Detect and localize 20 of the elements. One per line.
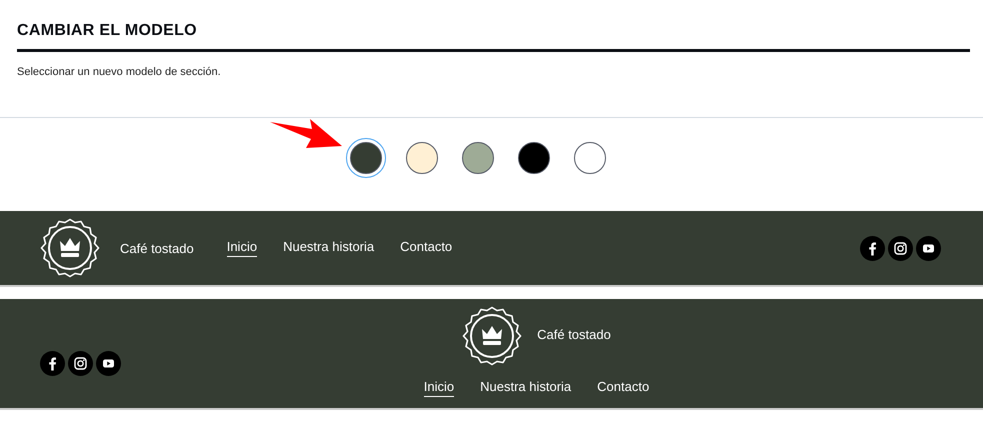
instagram-icon[interactable] — [888, 236, 913, 260]
crown-badge-icon — [462, 306, 522, 366]
brand-name: Café tostado — [537, 326, 611, 342]
nav-link[interactable]: Contacto — [597, 379, 650, 397]
crown-badge-icon — [40, 218, 100, 278]
pointer-arrow — [270, 119, 342, 149]
video-play-icon[interactable] — [916, 236, 941, 260]
panel-title: CAMBIAR EL MODELO — [17, 22, 970, 52]
nav-link[interactable]: Inicio — [424, 379, 454, 397]
brand-name: Café tostado — [120, 240, 194, 256]
nav-link[interactable]: Contacto — [400, 239, 452, 257]
color-swatch[interactable] — [346, 138, 386, 178]
instagram-icon[interactable] — [68, 351, 93, 376]
nav-link[interactable]: Nuestra historia — [283, 239, 374, 257]
panel-description: Seleccionar un nuevo modelo de sección. — [17, 66, 222, 78]
video-play-icon[interactable] — [96, 351, 121, 376]
nav-link[interactable]: Nuestra historia — [480, 379, 572, 397]
nav-link[interactable]: Inicio — [226, 239, 258, 257]
facebook-icon[interactable] — [860, 236, 885, 260]
facebook-icon[interactable] — [40, 351, 65, 376]
